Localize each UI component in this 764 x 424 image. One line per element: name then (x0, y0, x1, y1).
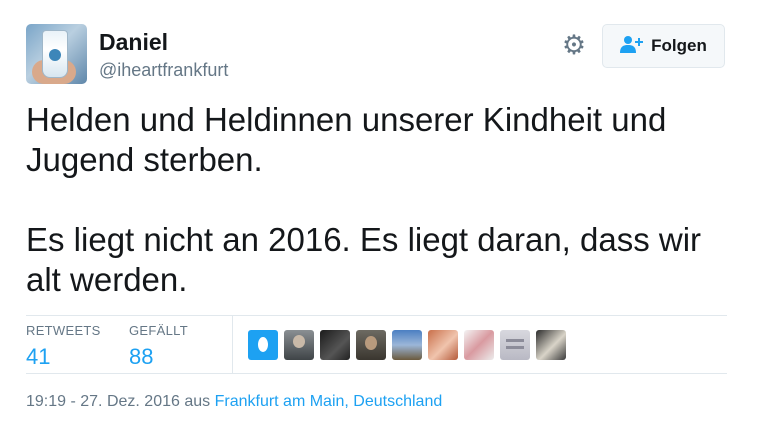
stats-bottom-divider (26, 373, 727, 374)
tweet-paragraph: Helden und Heldinnen unserer Kindheit un… (26, 101, 667, 178)
likes-label: GEFÄLLT (129, 323, 188, 338)
follow-button-label: Folgen (651, 36, 707, 55)
user-handle[interactable]: @iheartfrankfurt (99, 60, 228, 81)
from-word: aus (184, 393, 211, 410)
liker-avatar[interactable] (428, 330, 458, 360)
liker-avatars (248, 330, 566, 360)
retweets-count: 41 (26, 344, 51, 369)
user-avatar[interactable] (26, 24, 87, 84)
tweet-meta: 19:19 - 27. Dez. 2016 aus Frankfurt am M… (26, 393, 442, 411)
likes-count: 88 (129, 344, 154, 369)
liker-avatar[interactable] (320, 330, 350, 360)
tweet-location-link[interactable]: Frankfurt am Main, Deutschland (215, 393, 443, 410)
retweets-label: RETWEETS (26, 323, 101, 338)
likes-stat[interactable]: GEFÄLLT 88 (129, 323, 188, 370)
gear-icon[interactable]: ⚙ (560, 31, 588, 59)
liker-avatar[interactable] (392, 330, 422, 360)
liker-avatar[interactable] (284, 330, 314, 360)
avatar-cup-shape (42, 30, 68, 78)
tweet-paragraph: Es liegt nicht an 2016. Es liegt daran, … (26, 221, 702, 298)
liker-avatar[interactable] (464, 330, 494, 360)
stats-vertical-divider (232, 316, 233, 373)
tweet-timestamp[interactable]: 19:19 - 27. Dez. 2016 (26, 393, 180, 410)
user-name[interactable]: Daniel (99, 29, 168, 56)
stats-top-divider (26, 315, 727, 316)
follow-button[interactable]: Folgen (602, 24, 725, 68)
liker-avatar[interactable] (500, 330, 530, 360)
retweets-stat[interactable]: RETWEETS 41 (26, 323, 101, 370)
liker-avatar[interactable] (356, 330, 386, 360)
tweet-text: Helden und Heldinnen unserer Kindheit un… (26, 100, 736, 300)
liker-avatar[interactable] (248, 330, 278, 360)
liker-avatar[interactable] (536, 330, 566, 360)
add-user-icon (620, 35, 644, 58)
